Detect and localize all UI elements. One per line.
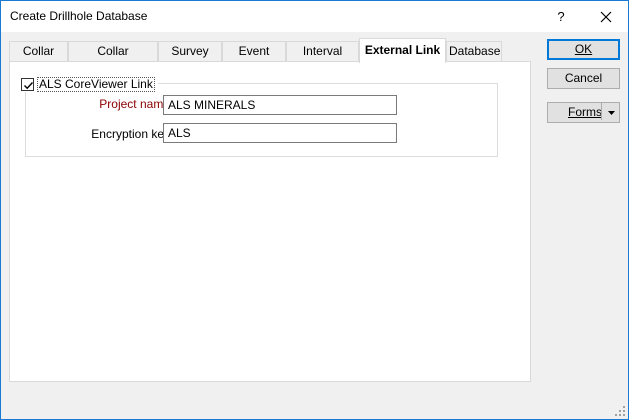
encryption-key-field[interactable]: ALS	[163, 123, 397, 143]
cancel-button[interactable]: Cancel	[547, 68, 620, 89]
coreviewer-legend: ALS CoreViewer Link	[21, 76, 158, 92]
forms-dropdown-arrow[interactable]	[604, 103, 618, 122]
checkmark-icon	[24, 81, 34, 89]
coreviewer-checkbox[interactable]	[21, 77, 34, 91]
tab-interval-files[interactable]: Interval Files	[286, 41, 359, 77]
resize-grip-icon[interactable]	[614, 405, 626, 417]
coreviewer-checkbox-label[interactable]: ALS CoreViewer Link	[37, 76, 155, 92]
title-bar: Create Drillhole Database ?	[1, 1, 628, 32]
project-name-field[interactable]: ALS MINERALS	[163, 95, 397, 115]
external-link-panel: Project name ALS MINERALS Encryption key…	[9, 61, 531, 382]
close-button[interactable]	[586, 1, 626, 32]
help-button[interactable]: ?	[546, 1, 576, 32]
tab-external-link[interactable]: External Link	[359, 38, 446, 63]
dialog-window: Create Drillhole Database ? Collar File …	[0, 0, 629, 420]
tab-collar-file[interactable]: Collar File	[9, 41, 68, 77]
forms-button-label: Forms	[568, 105, 602, 119]
cancel-button-label: Cancel	[564, 71, 603, 85]
tab-survey-file[interactable]: Survey File	[158, 41, 222, 77]
project-name-label: Project name	[99, 97, 170, 111]
coreviewer-groupbox: Project name ALS MINERALS Encryption key…	[25, 83, 498, 157]
ok-button-label: OK	[574, 42, 593, 56]
tab-event-files[interactable]: Event Files	[222, 41, 286, 77]
close-icon	[600, 11, 612, 23]
window-title: Create Drillhole Database	[10, 9, 148, 23]
forms-button-divider	[601, 103, 602, 120]
encryption-key-label: Encryption key	[91, 127, 170, 141]
dropdown-arrow-icon	[607, 110, 615, 115]
ok-button[interactable]: OK	[547, 39, 620, 60]
tab-collar-attributes[interactable]: Collar Attributes	[68, 41, 158, 77]
tab-database[interactable]: Database	[446, 41, 502, 62]
